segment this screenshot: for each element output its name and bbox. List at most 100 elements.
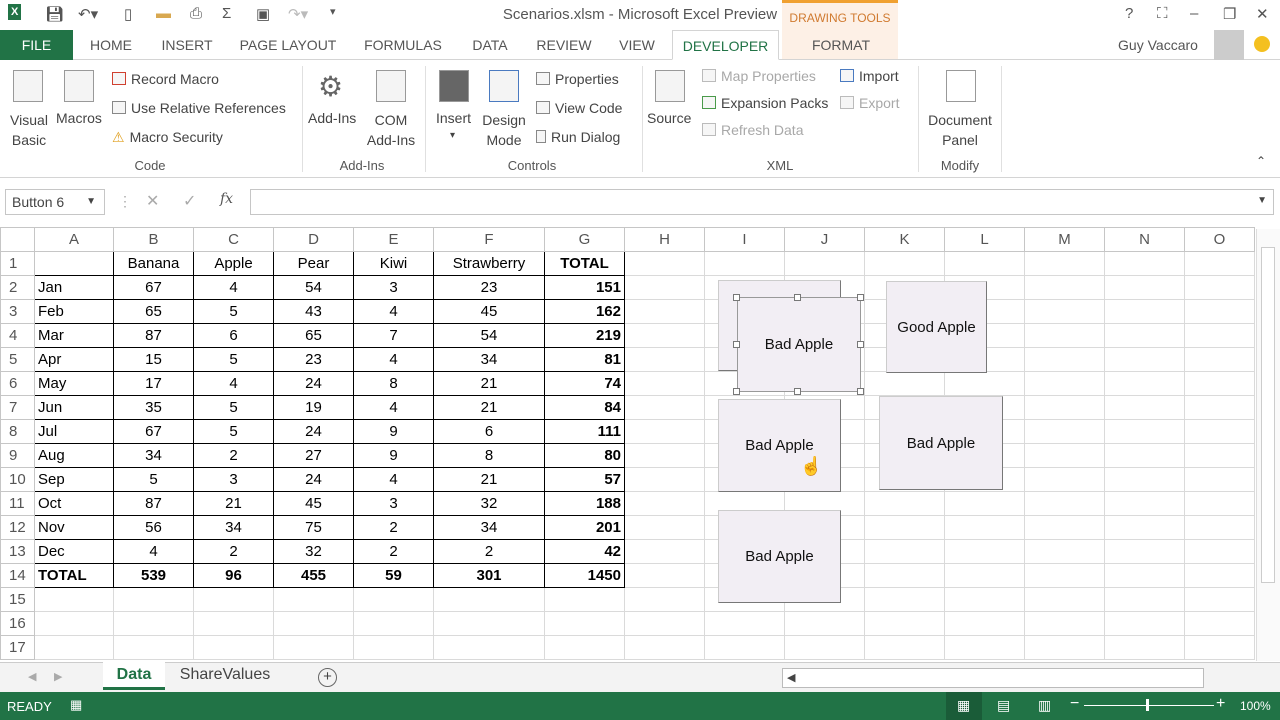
cell[interactable]: Dec <box>34 539 114 564</box>
cell[interactable] <box>273 587 354 612</box>
cell[interactable]: 4 <box>353 299 434 324</box>
cell[interactable] <box>624 515 705 540</box>
cell[interactable] <box>1024 611 1105 636</box>
cell[interactable] <box>864 539 945 564</box>
cell[interactable]: Mar <box>34 323 114 348</box>
cell[interactable] <box>1104 467 1185 492</box>
run-dialog-button[interactable]: Run Dialog <box>536 129 620 145</box>
cell[interactable]: Jun <box>34 395 114 420</box>
cell[interactable]: Kiwi <box>353 251 434 276</box>
cell[interactable] <box>1024 347 1105 372</box>
cell[interactable] <box>624 323 705 348</box>
cell[interactable] <box>1104 299 1185 324</box>
cell[interactable]: 201 <box>544 515 625 540</box>
cancel-icon[interactable]: ✕ <box>146 191 159 211</box>
cell[interactable]: 54 <box>273 275 354 300</box>
refresh-data-button[interactable]: Refresh Data <box>702 122 803 138</box>
tab-review[interactable]: REVIEW <box>528 30 600 60</box>
cell[interactable] <box>864 371 945 396</box>
cell[interactable] <box>1184 299 1255 324</box>
cell[interactable] <box>784 635 865 660</box>
cell[interactable] <box>864 251 945 276</box>
tab-view[interactable]: VIEW <box>610 30 664 60</box>
cell[interactable]: Strawberry <box>433 251 545 276</box>
cell[interactable] <box>1104 563 1185 588</box>
row-header[interactable]: 7 <box>0 395 35 420</box>
cell[interactable]: 34 <box>433 347 545 372</box>
cell[interactable] <box>1024 251 1105 276</box>
cell[interactable]: Nov <box>34 515 114 540</box>
cell[interactable]: 9 <box>353 419 434 444</box>
column-header-a[interactable]: A <box>34 227 114 252</box>
cell[interactable]: 455 <box>273 563 354 588</box>
tab-home[interactable]: HOME <box>80 30 142 60</box>
cell[interactable]: 84 <box>544 395 625 420</box>
cell[interactable]: 65 <box>113 299 194 324</box>
column-header-g[interactable]: G <box>544 227 625 252</box>
cell[interactable] <box>864 563 945 588</box>
cell[interactable]: 80 <box>544 443 625 468</box>
cell[interactable]: 301 <box>433 563 545 588</box>
cell[interactable] <box>864 587 945 612</box>
scroll-left-icon[interactable]: ◀ <box>787 671 795 684</box>
visual-basic-button[interactable]: Visual Basic <box>8 110 50 150</box>
chevron-down-icon[interactable]: ▼ <box>86 196 96 207</box>
cell[interactable]: 9 <box>353 443 434 468</box>
cell[interactable] <box>1184 395 1255 420</box>
resize-handle[interactable] <box>733 341 740 348</box>
cell[interactable]: 23 <box>433 275 545 300</box>
cell[interactable] <box>353 587 434 612</box>
name-box[interactable]: Button 6 ▼ <box>5 189 105 215</box>
cell[interactable] <box>1104 443 1185 468</box>
cell[interactable]: 2 <box>193 539 274 564</box>
source-button[interactable]: Source <box>647 110 691 126</box>
cell[interactable] <box>624 347 705 372</box>
cell[interactable] <box>624 275 705 300</box>
tab-file[interactable]: FILE <box>0 30 73 60</box>
row-header[interactable]: 5 <box>0 347 35 372</box>
cell[interactable] <box>624 443 705 468</box>
cell[interactable]: 3 <box>193 467 274 492</box>
cell[interactable] <box>433 635 545 660</box>
page-break-view-icon[interactable]: ▥ <box>1038 697 1051 714</box>
export-button[interactable]: Export <box>840 95 899 111</box>
cell[interactable] <box>624 491 705 516</box>
resize-handle[interactable] <box>857 294 864 301</box>
cell[interactable] <box>1184 347 1255 372</box>
tab-formulas[interactable]: FORMULAS <box>356 30 450 60</box>
cell[interactable] <box>1024 323 1105 348</box>
form-button-selected[interactable]: Bad Apple <box>737 297 861 392</box>
cell[interactable] <box>944 563 1025 588</box>
insert-dropdown-icon[interactable]: ▾ <box>450 130 455 141</box>
cell[interactable] <box>624 371 705 396</box>
cell[interactable]: Apr <box>34 347 114 372</box>
minimize-icon[interactable]: – <box>1190 5 1198 22</box>
scroll-sheets-left-icon[interactable]: ◀ <box>28 670 36 683</box>
row-header[interactable]: 12 <box>0 515 35 540</box>
zoom-level[interactable]: 100% <box>1240 699 1271 713</box>
cell[interactable] <box>113 635 194 660</box>
cell[interactable] <box>1024 443 1105 468</box>
form-button[interactable]: Bad Apple <box>879 396 1003 490</box>
row-header[interactable]: 1 <box>0 251 35 276</box>
cell[interactable]: 21 <box>433 395 545 420</box>
cell[interactable]: 2 <box>433 539 545 564</box>
cell[interactable]: 1450 <box>544 563 625 588</box>
cell[interactable] <box>1184 563 1255 588</box>
cell[interactable] <box>624 299 705 324</box>
cell[interactable] <box>1184 443 1255 468</box>
smiley-feedback-icon[interactable] <box>1254 36 1270 52</box>
cell[interactable]: Sep <box>34 467 114 492</box>
cell[interactable] <box>1104 347 1185 372</box>
cell[interactable]: 8 <box>433 443 545 468</box>
vertical-scroll-thumb[interactable] <box>1261 247 1275 583</box>
cell[interactable] <box>1024 515 1105 540</box>
cell[interactable] <box>544 635 625 660</box>
select-all-corner[interactable] <box>0 227 35 252</box>
cell[interactable]: 32 <box>273 539 354 564</box>
row-header[interactable]: 15 <box>0 587 35 612</box>
cell[interactable]: 59 <box>353 563 434 588</box>
cell[interactable] <box>193 587 274 612</box>
cell[interactable] <box>624 635 705 660</box>
cell[interactable] <box>864 611 945 636</box>
